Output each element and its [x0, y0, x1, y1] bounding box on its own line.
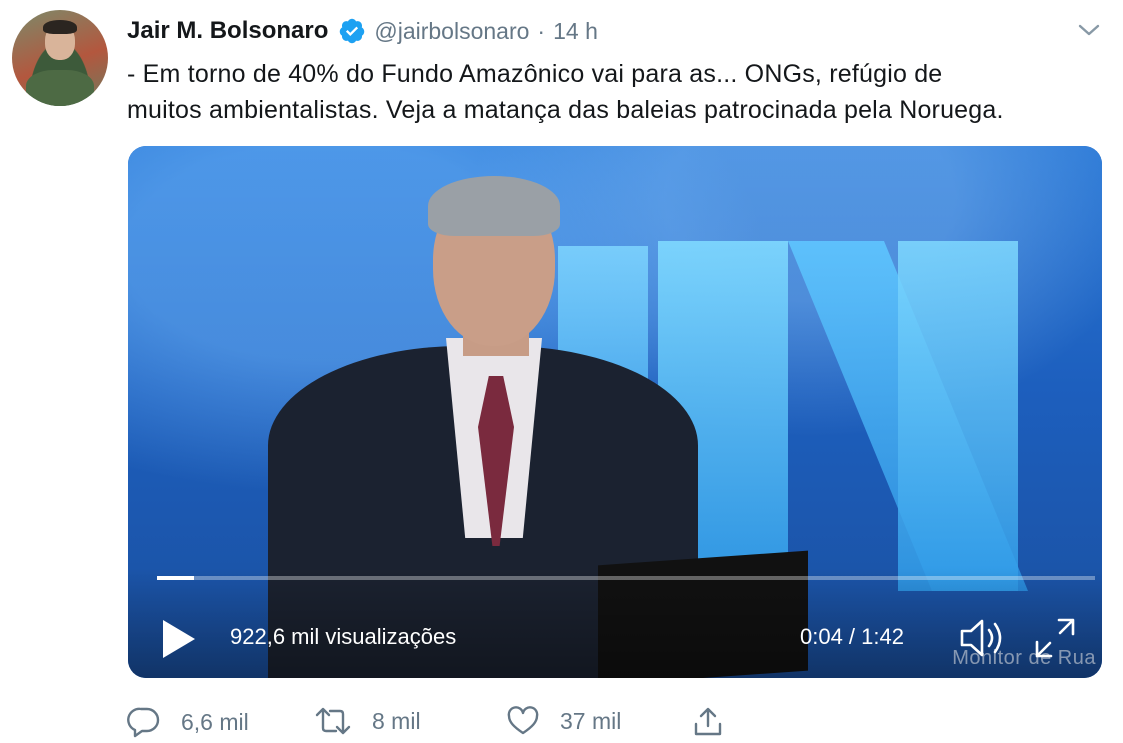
volume-icon[interactable]	[958, 616, 1008, 660]
video-player[interactable]: Monitor de Rua 922,6 mil visualizações 0…	[128, 146, 1102, 678]
fullscreen-icon[interactable]	[1033, 616, 1077, 660]
heart-icon	[507, 706, 539, 735]
tweet: Jair M. Bolsonaro @jairbolsonaro · 14 h …	[0, 0, 1123, 743]
share-icon	[694, 707, 722, 736]
tweet-actions: 6,6 mil 8 mil 37 mil	[127, 706, 827, 743]
avatar-shirt	[26, 70, 94, 106]
share-button[interactable]	[692, 706, 744, 738]
reply-button[interactable]: 6,6 mil	[127, 706, 249, 738]
separator-dot: ·	[537, 17, 546, 44]
tweet-text-line: - Em torno de 40% do Fundo Amazônico vai…	[127, 60, 943, 88]
avatar[interactable]	[12, 10, 108, 106]
reply-icon	[127, 707, 160, 738]
like-button[interactable]: 37 mil	[506, 706, 621, 736]
handle[interactable]: @jairbolsonaro	[374, 18, 529, 45]
reply-count: 6,6 mil	[181, 708, 249, 735]
video-progress-fill	[157, 576, 194, 580]
retweet-button[interactable]: 8 mil	[314, 706, 421, 736]
avatar-hair	[43, 20, 77, 34]
play-icon[interactable]	[159, 616, 199, 662]
video-progress-bar[interactable]	[157, 576, 1095, 580]
tweet-text-line: muitos ambientalistas. Veja a matança da…	[127, 96, 1004, 124]
retweet-icon	[315, 707, 351, 735]
chevron-down-icon[interactable]	[1076, 20, 1102, 40]
timestamp[interactable]: 14 h	[553, 18, 598, 45]
like-count: 37 mil	[560, 707, 622, 734]
tweet-text: - Em torno de 40% do Fundo Amazônico vai…	[127, 56, 1117, 128]
studio-logo-shape	[898, 241, 1018, 591]
tweet-header: Jair M. Bolsonaro @jairbolsonaro · 14 h	[127, 14, 598, 48]
display-name[interactable]: Jair M. Bolsonaro	[127, 17, 328, 45]
news-anchor-hair	[428, 176, 560, 236]
video-view-count: 922,6 mil visualizações	[230, 624, 457, 649]
verified-badge-icon	[340, 18, 365, 44]
retweet-count: 8 mil	[372, 707, 421, 734]
video-time: 0:04 / 1:42	[800, 624, 904, 649]
